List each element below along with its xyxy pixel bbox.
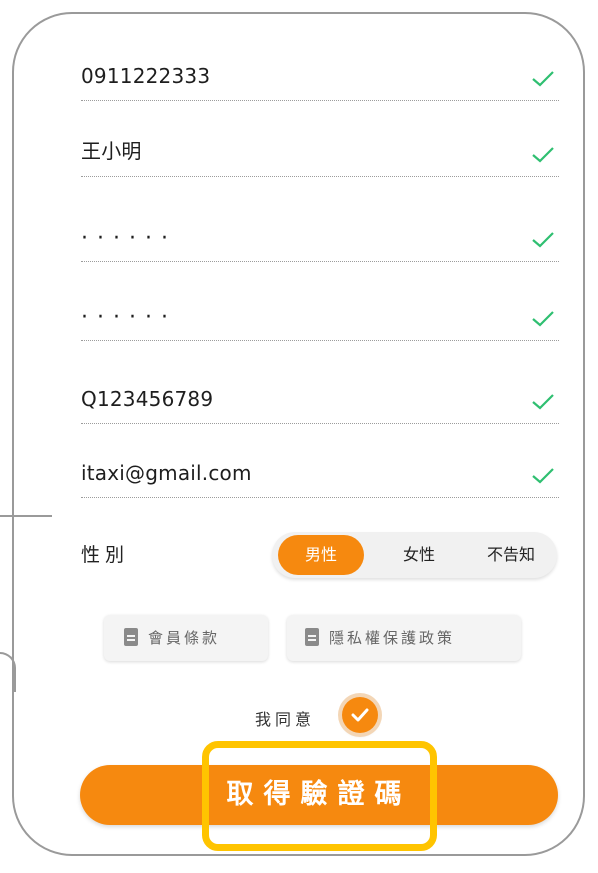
frame-connector-line — [0, 515, 52, 517]
check-icon — [532, 468, 554, 484]
check-icon — [532, 232, 554, 248]
phone-value: 0911222333 — [81, 64, 211, 88]
checkmark-icon — [351, 708, 369, 722]
check-icon — [532, 311, 554, 327]
gender-option-female[interactable]: 女性 — [376, 532, 462, 578]
check-icon — [532, 71, 554, 87]
password-confirm-field[interactable]: ······ — [81, 300, 559, 341]
name-value: 王小明 — [81, 139, 142, 163]
id-number-field[interactable]: Q123456789 — [81, 383, 559, 424]
gender-label: 性別 — [81, 544, 130, 566]
agree-checkbox[interactable] — [342, 697, 378, 733]
get-verification-code-button[interactable]: 取得驗證碼 — [80, 765, 558, 825]
phone-field[interactable]: 0911222333 — [81, 60, 559, 101]
privacy-policy-button[interactable]: 隱私權保護政策 — [287, 615, 521, 661]
document-icon — [124, 627, 138, 646]
privacy-policy-label: 隱私權保護政策 — [329, 629, 456, 647]
password-confirm-value: ······ — [81, 305, 177, 330]
check-icon — [532, 394, 554, 410]
gender-option-undisclosed[interactable]: 不告知 — [468, 532, 554, 578]
agree-label: 我同意 — [255, 710, 316, 729]
member-terms-label: 會員條款 — [148, 629, 221, 647]
email-field[interactable]: itaxi@gmail.com — [81, 457, 559, 498]
member-terms-button[interactable]: 會員條款 — [104, 615, 268, 661]
name-field[interactable]: 王小明 — [81, 136, 559, 177]
gender-selector: 男性 女性 不告知 — [272, 532, 557, 578]
password-field[interactable]: ······ — [81, 221, 559, 262]
document-icon — [305, 627, 319, 646]
check-icon — [532, 147, 554, 163]
email-value: itaxi@gmail.com — [81, 461, 252, 485]
password-value: ······ — [81, 226, 177, 251]
id-number-value: Q123456789 — [81, 387, 214, 411]
gender-option-male[interactable]: 男性 — [278, 535, 364, 575]
